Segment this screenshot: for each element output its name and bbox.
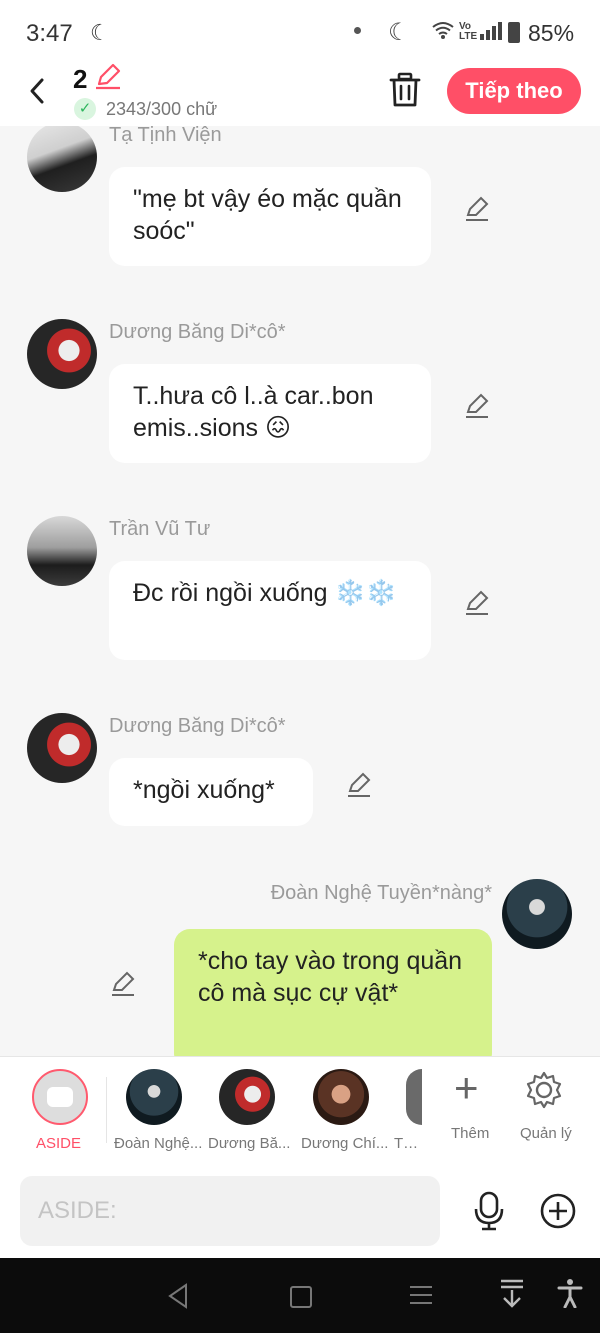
notification-dot-icon — [354, 27, 361, 34]
edit-message-icon[interactable] — [110, 971, 136, 997]
system-nav-bar — [0, 1258, 600, 1333]
avatar[interactable] — [27, 713, 97, 783]
speaker-name: Trần Vũ Tư — [109, 518, 211, 540]
edit-message-icon[interactable] — [346, 772, 372, 798]
status-time: 3:47 — [26, 20, 73, 47]
night-mode-icon: ☾ — [90, 20, 110, 45]
avatar[interactable] — [27, 516, 97, 586]
add-icon[interactable]: + — [454, 1067, 479, 1109]
next-button[interactable]: Tiếp theo — [447, 68, 581, 114]
accessibility-icon[interactable] — [557, 1278, 583, 1308]
add-label: Thêm — [451, 1125, 490, 1142]
aside-button[interactable] — [32, 1069, 88, 1125]
gear-icon[interactable] — [525, 1071, 563, 1109]
character-label: Tạ T — [394, 1135, 422, 1152]
character-label: Dương Bă... — [208, 1135, 291, 1152]
check-icon: ✓ — [74, 98, 96, 120]
message-bubble[interactable]: "mẹ bt vậy éo mặc quần soóc" — [109, 167, 431, 266]
word-count: 2343/300 chữ — [106, 99, 218, 119]
character-avatar[interactable] — [406, 1069, 422, 1125]
speaker-name: Dương Băng Di*cô* — [109, 321, 286, 343]
add-circle-icon[interactable] — [540, 1193, 576, 1229]
battery-icon — [508, 22, 520, 43]
signal-icon — [480, 22, 502, 40]
input-bar — [0, 1164, 600, 1258]
speaker-name: Tạ Tịnh Viện — [109, 126, 222, 146]
speaker-name: Đoàn Nghệ Tuyền*nàng* — [270, 882, 492, 904]
back-button[interactable] — [24, 74, 50, 117]
do-not-disturb-icon: ☾ — [388, 19, 410, 46]
scene-count: 2 — [73, 64, 88, 94]
divider — [106, 1077, 107, 1143]
editor-header: 2 ✓ 2343/300 chữ Tiếp theo — [0, 62, 600, 126]
manage-label: Quản lý — [520, 1125, 572, 1142]
speaker-name: Dương Băng Di*cô* — [109, 715, 286, 737]
character-label: Đoàn Nghệ... — [114, 1135, 203, 1152]
message-bubble[interactable]: T..hưa cô l..à car..bon emis..sions 😖 — [109, 364, 431, 463]
edit-pencil-icon[interactable] — [94, 62, 122, 90]
message-bubble[interactable]: *ngồi xuống* — [109, 758, 313, 826]
microphone-icon[interactable] — [472, 1191, 506, 1231]
volte-icon: Vo LTE — [459, 21, 478, 42]
character-label: Dương Chí... — [301, 1135, 389, 1152]
avatar[interactable] — [27, 319, 97, 389]
avatar[interactable] — [27, 126, 97, 192]
nav-collapse-icon[interactable] — [499, 1278, 525, 1308]
chat-area[interactable]: Tạ Tịnh Viện "mẹ bt vậy éo mặc quần soóc… — [0, 126, 600, 1056]
nav-back-icon[interactable] — [166, 1282, 190, 1310]
edit-message-icon[interactable] — [464, 393, 490, 419]
edit-message-icon[interactable] — [464, 590, 490, 616]
wifi-icon — [431, 20, 455, 46]
status-bar: 3:47 ☾ ☾ Vo LTE 85% — [0, 0, 600, 64]
edit-message-icon[interactable] — [464, 196, 490, 222]
character-avatar[interactable] — [219, 1069, 275, 1125]
character-avatar[interactable] — [126, 1069, 182, 1125]
message-input[interactable] — [20, 1176, 440, 1246]
aside-icon — [47, 1087, 73, 1107]
nav-recents-icon[interactable] — [410, 1284, 432, 1306]
character-avatar[interactable] — [313, 1069, 369, 1125]
aside-label: ASIDE — [36, 1135, 82, 1152]
nav-home-icon[interactable] — [290, 1286, 312, 1308]
message-bubble[interactable]: Đc rồi ngồi xuống ❄️❄️ — [109, 561, 431, 660]
character-bar: ASIDE Đoàn Nghệ... Dương Bă... Dương Chí… — [0, 1056, 600, 1165]
battery-percent: 85% — [528, 20, 575, 46]
message-bubble[interactable]: *cho tay vào trong quần cô mà sục cự vật… — [174, 929, 492, 1056]
trash-icon[interactable] — [388, 72, 422, 108]
avatar[interactable] — [502, 879, 572, 949]
